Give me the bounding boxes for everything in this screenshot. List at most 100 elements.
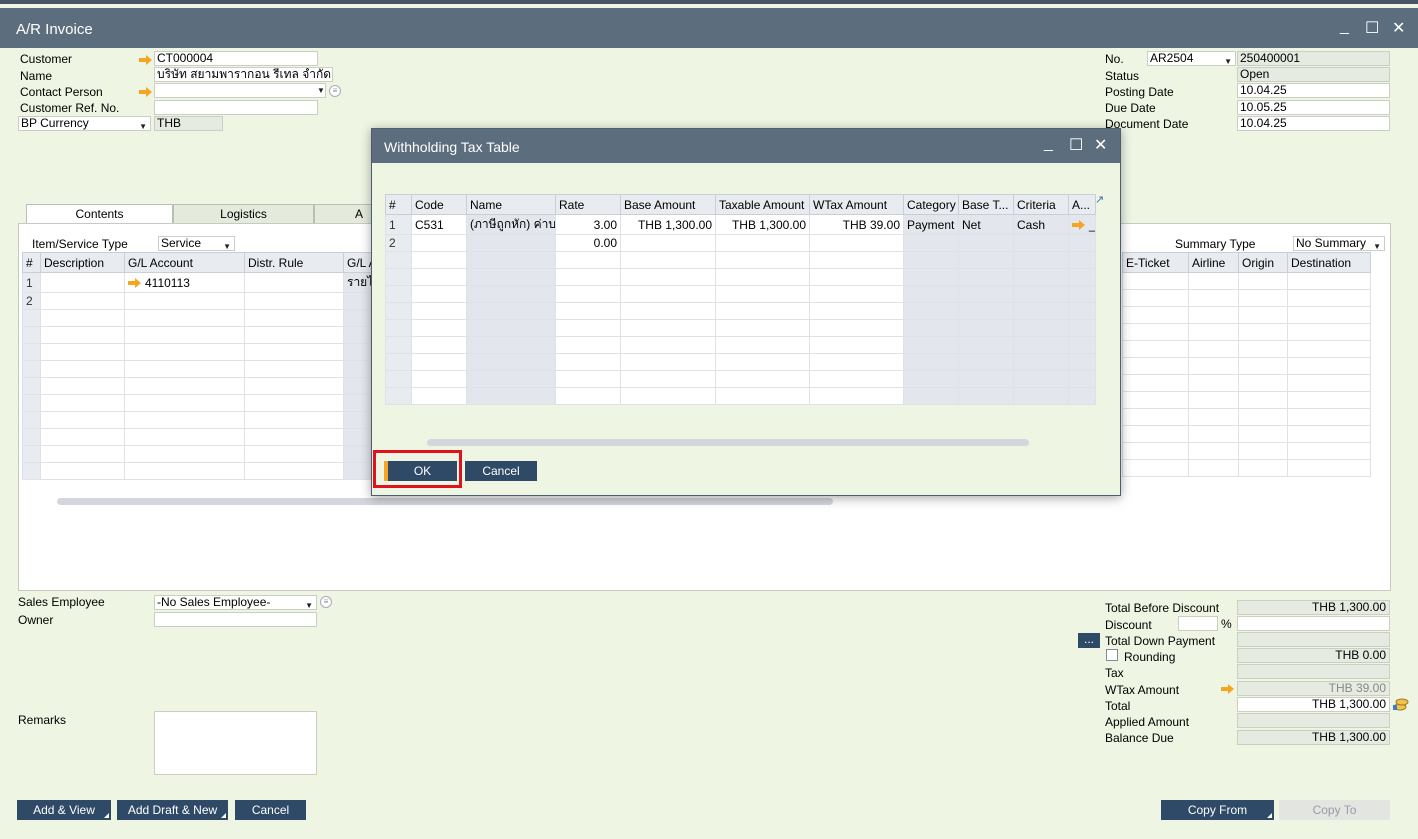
distr-rule-cell[interactable] — [244, 462, 344, 480]
document-date-field[interactable]: 10.04.25 — [1237, 116, 1390, 131]
origin-cell[interactable] — [1238, 374, 1288, 392]
wtax-amount-cell[interactable] — [809, 234, 904, 252]
criteria-cell[interactable] — [1013, 336, 1069, 354]
e-ticket-cell[interactable] — [1122, 323, 1189, 341]
rate-cell[interactable] — [555, 370, 621, 388]
base-type-cell[interactable] — [958, 370, 1014, 388]
e-ticket-cell[interactable] — [1122, 442, 1189, 460]
airline-cell[interactable] — [1188, 289, 1239, 307]
destination-cell[interactable] — [1287, 374, 1371, 392]
e-ticket-cell[interactable] — [1122, 289, 1189, 307]
code-cell[interactable] — [411, 319, 467, 337]
name-cell[interactable] — [466, 234, 556, 252]
base-type-cell[interactable] — [958, 353, 1014, 371]
table-row[interactable] — [385, 353, 1096, 371]
distr-rule-cell[interactable] — [244, 343, 344, 361]
account-cell[interactable] — [1068, 234, 1096, 252]
account-cell[interactable]: _ — [1068, 214, 1096, 235]
code-cell[interactable] — [411, 387, 467, 405]
description-cell[interactable] — [40, 292, 125, 310]
col-header-row-number[interactable]: # — [385, 194, 412, 215]
col-header-account[interactable]: A... — [1068, 194, 1096, 215]
wtax-amount-cell[interactable] — [809, 370, 904, 388]
account-cell[interactable] — [1068, 302, 1096, 320]
name-cell[interactable] — [466, 387, 556, 405]
col-header-criteria[interactable]: Criteria — [1013, 194, 1069, 215]
table-row[interactable] — [22, 411, 373, 429]
destination-cell[interactable] — [1287, 391, 1371, 409]
origin-cell[interactable] — [1238, 306, 1288, 324]
destination-cell[interactable] — [1287, 340, 1371, 358]
code-cell[interactable] — [411, 353, 467, 371]
gl-account-cell[interactable] — [124, 343, 245, 361]
name-cell[interactable] — [466, 251, 556, 269]
wtax-amount-cell[interactable] — [809, 387, 904, 405]
category-cell[interactable] — [903, 370, 959, 388]
account-cell[interactable] — [1068, 319, 1096, 337]
gl-account-cell[interactable] — [124, 360, 245, 378]
e-ticket-cell[interactable] — [1122, 306, 1189, 324]
remarks-textarea[interactable] — [154, 711, 317, 775]
add-draft-and-new-button[interactable]: Add Draft & New — [117, 800, 228, 820]
description-cell[interactable] — [40, 309, 125, 327]
item-type-select[interactable]: Service ▼ — [158, 236, 235, 251]
dialog-close-icon[interactable]: ✕ — [1094, 135, 1107, 155]
account-cell[interactable] — [1068, 387, 1096, 405]
distr-rule-cell[interactable] — [244, 272, 344, 293]
rounding-checkbox[interactable] — [1106, 649, 1118, 661]
due-date-field[interactable]: 10.05.25 — [1237, 100, 1390, 115]
wtax-amount-cell[interactable] — [809, 251, 904, 269]
origin-cell[interactable] — [1238, 459, 1288, 477]
summary-type-select[interactable]: No Summary ▼ — [1293, 236, 1385, 251]
wtax-amount-cell[interactable] — [809, 302, 904, 320]
destination-cell[interactable] — [1287, 442, 1371, 460]
description-cell[interactable] — [40, 445, 125, 463]
account-cell[interactable] — [1068, 285, 1096, 303]
taxable-amount-cell[interactable] — [715, 251, 810, 269]
table-row[interactable] — [385, 319, 1096, 337]
origin-cell[interactable] — [1238, 272, 1288, 290]
gl-account-cell[interactable]: 4110113 — [124, 272, 245, 293]
name-field[interactable]: บริษัท สยามพารากอน รีเทล จำกัด — [154, 67, 333, 82]
col-header-gl-name[interactable]: G/L A — [343, 252, 373, 273]
discount-percent-field[interactable] — [1178, 616, 1218, 631]
wtax-amount-cell[interactable] — [809, 319, 904, 337]
close-icon[interactable]: ✕ — [1392, 18, 1405, 38]
cancel-button[interactable]: Cancel — [235, 800, 306, 820]
base-amount-cell[interactable] — [620, 353, 716, 371]
criteria-cell[interactable] — [1013, 234, 1069, 252]
table-row[interactable] — [385, 268, 1096, 286]
base-amount-cell[interactable] — [620, 336, 716, 354]
col-header-description[interactable]: Description — [40, 252, 125, 273]
taxable-amount-cell[interactable] — [715, 268, 810, 286]
name-cell[interactable] — [466, 302, 556, 320]
e-ticket-cell[interactable] — [1122, 408, 1189, 426]
name-cell[interactable] — [466, 353, 556, 371]
horizontal-scrollbar[interactable] — [57, 498, 833, 505]
category-cell[interactable] — [903, 285, 959, 303]
category-cell[interactable] — [903, 319, 959, 337]
category-cell[interactable]: Payment — [903, 214, 959, 235]
col-header-e-ticket[interactable]: E-Ticket — [1122, 252, 1189, 273]
col-header-taxable-amount[interactable]: Taxable Amount — [715, 194, 810, 215]
origin-cell[interactable] — [1238, 442, 1288, 460]
table-row[interactable] — [1122, 340, 1371, 358]
destination-cell[interactable] — [1287, 357, 1371, 375]
taxable-amount-cell[interactable] — [715, 370, 810, 388]
owner-field[interactable] — [154, 612, 317, 627]
table-row[interactable] — [1122, 408, 1371, 426]
airline-cell[interactable] — [1188, 408, 1239, 426]
wtax-amount-cell[interactable] — [809, 268, 904, 286]
col-header-destination[interactable]: Destination — [1287, 252, 1371, 273]
table-row[interactable] — [22, 377, 373, 395]
table-row[interactable] — [1122, 272, 1371, 290]
gl-account-cell[interactable] — [124, 309, 245, 327]
info-icon[interactable]: ≡ — [329, 85, 341, 97]
airline-cell[interactable] — [1188, 442, 1239, 460]
link-arrow-icon[interactable] — [139, 87, 153, 97]
sales-employee-select[interactable]: -No Sales Employee- ▼ — [154, 595, 317, 610]
table-row[interactable] — [22, 462, 373, 480]
base-amount-cell[interactable] — [620, 285, 716, 303]
category-cell[interactable] — [903, 336, 959, 354]
airline-cell[interactable] — [1188, 306, 1239, 324]
